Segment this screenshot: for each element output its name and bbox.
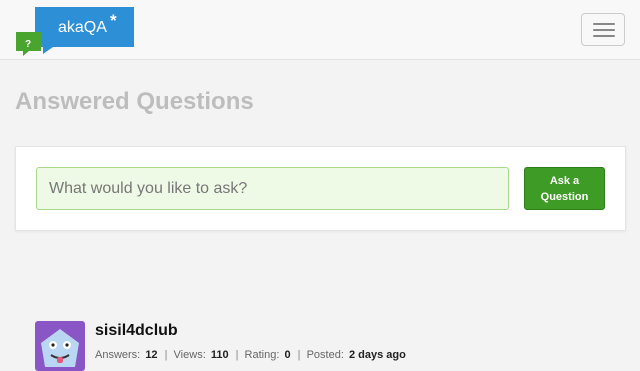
page-title: Answered Questions (15, 88, 254, 115)
rating-label: Rating: (244, 349, 280, 361)
views-label: Views: (173, 349, 206, 361)
menu-toggle-button[interactable] (581, 13, 625, 46)
question-meta: Answers: 12 | Views: 110 | Rating: 0 | P… (95, 349, 406, 361)
question-username[interactable]: sisil4dclub (95, 322, 178, 340)
hamburger-icon (593, 35, 615, 37)
rating-value: 0 (284, 349, 291, 361)
posted-time: 2 days ago (348, 349, 406, 361)
logo-question-mark: ? (25, 39, 31, 50)
ask-question-input[interactable] (36, 167, 509, 210)
answers-label: Answers: (95, 349, 141, 361)
ask-question-panel: Ask a Question (15, 146, 626, 231)
logo-wordmark: akaQA (58, 19, 107, 36)
user-avatar[interactable] (35, 321, 85, 371)
top-navbar: akaQA * ? (0, 0, 640, 60)
akaqa-logo[interactable]: akaQA * ? (15, 7, 137, 57)
logo-star: * (110, 11, 117, 30)
posted-label: Posted: (306, 349, 344, 361)
answers-count: 12 (145, 349, 158, 361)
ask-question-button[interactable]: Ask a Question (524, 167, 605, 210)
views-count: 110 (210, 349, 229, 361)
hamburger-icon (593, 23, 615, 25)
hamburger-icon (593, 29, 615, 31)
